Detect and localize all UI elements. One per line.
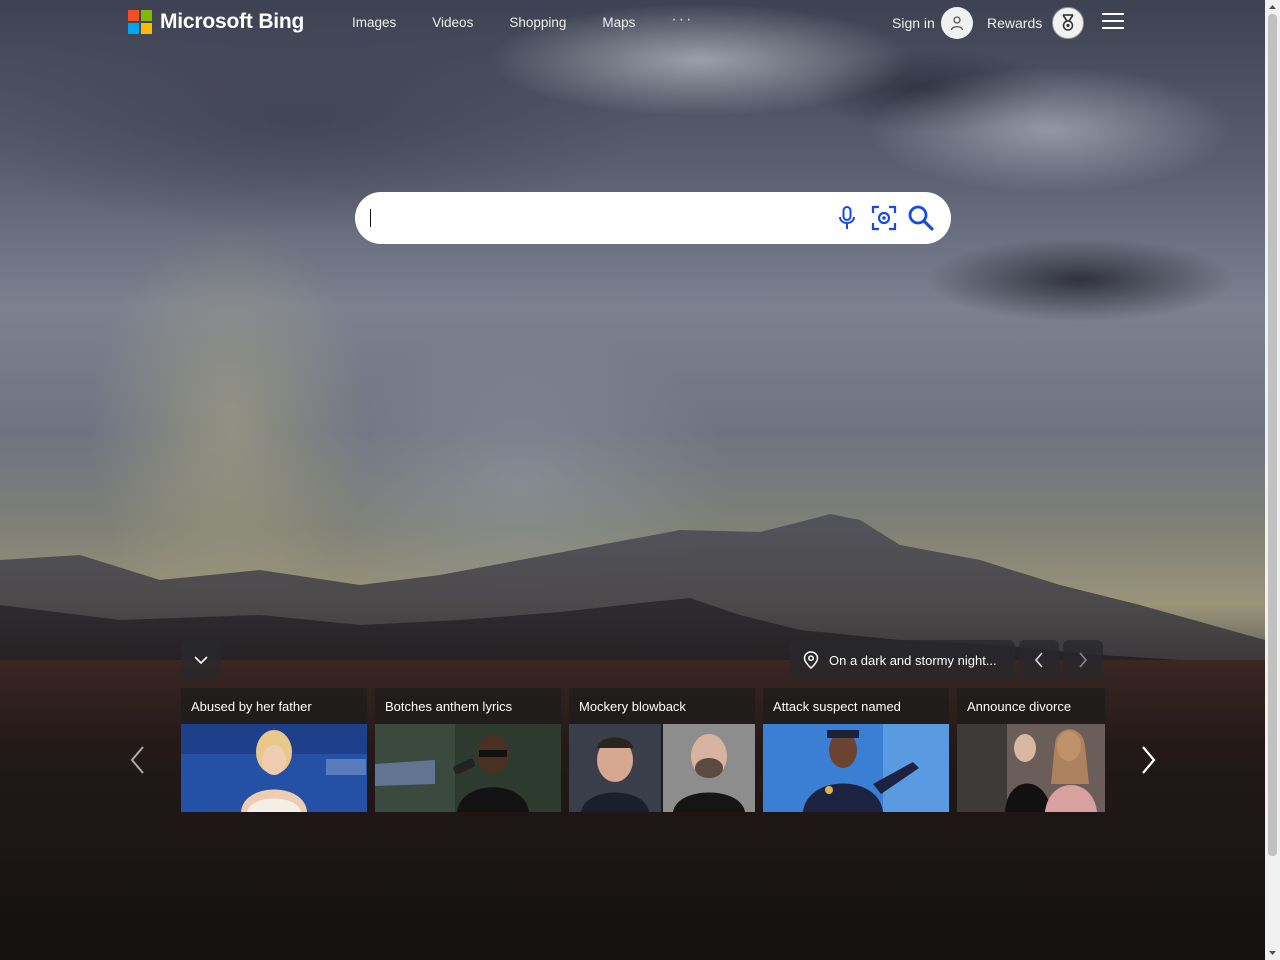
top-nav: Images Videos Shopping Maps ··· [352,11,693,31]
chevron-down-icon [194,656,208,665]
news-card[interactable]: Announce divorce [957,688,1105,812]
news-card-image [375,724,561,812]
scroll-down-arrow-icon[interactable] [1268,948,1277,958]
location-pin-icon [803,651,819,669]
nav-videos[interactable]: Videos [432,15,473,30]
brand-name: Microsoft Bing [160,10,305,33]
news-card[interactable]: Mockery blowback [569,688,755,812]
microphone-icon[interactable] [833,204,861,232]
news-card-title: Abused by her father [191,699,312,714]
search-icon[interactable] [907,204,935,232]
search-box [355,192,951,244]
rewards-medal-icon [1052,7,1085,39]
avatar-icon [940,7,973,39]
nav-more-icon[interactable]: ··· [671,11,693,29]
visual-search-icon[interactable] [870,204,898,232]
next-image-button[interactable] [1063,640,1103,680]
news-card-title: Attack suspect named [773,699,901,714]
news-card-title: Announce divorce [967,699,1072,714]
news-card-image [957,724,1105,812]
image-info-button[interactable]: On a dark and stormy night... [789,640,1015,680]
rewards-label: Rewards [987,15,1043,31]
chevron-left-icon [130,746,144,774]
mountain-landscape [0,514,1265,960]
news-card[interactable]: Attack suspect named [763,688,949,812]
news-card-image [763,724,949,812]
search-input[interactable] [369,204,823,234]
news-carousel: Abused by her father Botches anthem lyri… [181,688,1105,812]
scroll-up-arrow-icon[interactable] [1268,2,1277,12]
previous-image-button[interactable] [1019,640,1059,680]
scrollbar-thumb[interactable] [1268,14,1277,856]
chevron-right-icon [1142,746,1156,774]
header-bar: Microsoft Bing Images Videos Shopping Ma… [0,0,1265,46]
page-scrollbar[interactable] [1265,0,1280,960]
nav-shopping[interactable]: Shopping [509,15,566,30]
news-card-image [569,724,755,812]
chevron-right-icon [1079,652,1088,668]
background-image [0,0,1265,960]
bing-logo[interactable]: Microsoft Bing [128,10,304,34]
sign-in-button[interactable]: Sign in [892,7,973,39]
chevron-left-icon [1034,652,1043,668]
microsoft-logo-icon [128,10,152,34]
news-card-title: Mockery blowback [579,699,686,714]
carousel-next-button[interactable] [1134,740,1164,780]
collapse-feed-button[interactable] [181,640,221,680]
nav-images[interactable]: Images [352,15,396,30]
hamburger-menu-icon[interactable] [1102,13,1124,31]
carousel-prev-button[interactable] [122,740,152,780]
image-caption: On a dark and stormy night... [829,652,997,668]
news-card-title: Botches anthem lyrics [385,699,513,714]
sign-in-label: Sign in [892,15,935,31]
nav-maps[interactable]: Maps [602,15,635,30]
news-card[interactable]: Abused by her father [181,688,367,812]
news-card-image [181,724,367,812]
rewards-button[interactable]: Rewards [987,7,1085,39]
news-card[interactable]: Botches anthem lyrics [375,688,561,812]
